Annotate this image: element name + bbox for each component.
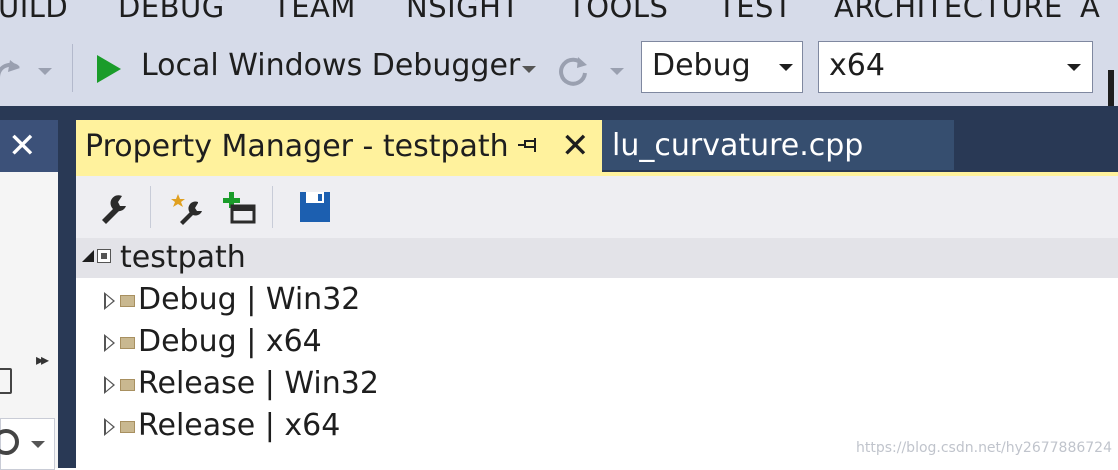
watermark: https://blog.csdn.net/hy2677886724 <box>856 440 1112 456</box>
side-panel: ▸▸ <box>0 172 58 470</box>
collapsed-arrow-icon[interactable] <box>104 292 115 310</box>
tree-item-debug-x64[interactable]: Debug | x64 <box>76 322 1118 364</box>
menu-build[interactable]: UILD <box>0 0 68 24</box>
tree-root-row[interactable]: testpath <box>76 238 1118 278</box>
config-icon <box>120 421 135 433</box>
magic-wrench-icon[interactable] <box>170 190 206 226</box>
chevron-down-icon <box>1067 64 1081 71</box>
config-icon <box>120 295 135 307</box>
copy-icon[interactable] <box>0 368 12 394</box>
standard-toolbar: Local Windows Debugger Debug x64 <box>0 26 1118 122</box>
toolbar-separator <box>150 186 151 228</box>
platform-value: x64 <box>829 48 885 83</box>
tree-item-label: Debug | x64 <box>138 324 322 359</box>
collapsed-arrow-icon[interactable] <box>104 418 115 436</box>
config-icon <box>120 337 135 349</box>
menu-architecture[interactable]: ARCHITECTURE <box>834 0 1063 24</box>
pin-icon[interactable] <box>518 138 538 152</box>
debugger-dropdown-icon[interactable] <box>522 66 536 73</box>
refresh-icon[interactable] <box>556 53 590 87</box>
project-icon <box>97 249 111 263</box>
configuration-select[interactable]: Debug <box>641 41 803 93</box>
tab-label: lu_curvature.cpp <box>612 128 864 163</box>
side-search-box[interactable] <box>0 418 55 470</box>
tree-item-debug-win32[interactable]: Debug | Win32 <box>76 280 1118 322</box>
play-icon <box>97 55 121 83</box>
tab-lu-curvature[interactable]: lu_curvature.cpp <box>602 120 954 170</box>
tree-item-label: Debug | Win32 <box>138 282 361 317</box>
chevron-down-icon <box>31 441 45 448</box>
redo-icon[interactable] <box>0 54 22 84</box>
menu-bar: UILD DEBUG TEAM NSIGHT TOOLS TEST ARCHIT… <box>0 0 1118 26</box>
platform-select[interactable]: x64 <box>818 41 1093 93</box>
tab-label: Property Manager - testpath <box>85 129 509 164</box>
add-property-sheet-icon[interactable] <box>222 190 258 226</box>
toolbar-separator <box>272 186 273 228</box>
pane-toolbar <box>76 176 1118 238</box>
redo-dropdown-icon[interactable] <box>38 68 52 75</box>
menu-tools[interactable]: TOOLS <box>568 0 668 24</box>
collapsed-arrow-icon[interactable] <box>104 376 115 394</box>
refresh-dropdown-icon[interactable] <box>610 68 624 75</box>
toolbar-separator <box>72 44 73 92</box>
property-manager-pane: testpath Debug | Win32 Debug | x64 Relea… <box>76 176 1118 468</box>
tree-item-release-win32[interactable]: Release | Win32 <box>76 364 1118 406</box>
menu-analyze[interactable]: A <box>1080 0 1100 24</box>
close-icon[interactable]: ✕ <box>8 126 37 166</box>
tree-root-label: testpath <box>120 240 246 275</box>
collapsed-arrow-icon[interactable] <box>104 334 115 352</box>
menu-debug[interactable]: DEBUG <box>118 0 225 24</box>
save-icon[interactable] <box>298 190 334 226</box>
expanded-arrow-icon[interactable] <box>82 250 94 262</box>
run-button[interactable] <box>93 53 135 87</box>
search-icon <box>0 429 19 455</box>
menu-team[interactable]: TEAM <box>273 0 356 24</box>
menu-test[interactable]: TEST <box>718 0 792 24</box>
close-icon[interactable]: ✕ <box>561 126 590 166</box>
tree-item-label: Release | Win32 <box>138 366 379 401</box>
configuration-value: Debug <box>652 48 751 83</box>
menu-nsight[interactable]: NSIGHT <box>406 0 520 24</box>
tree-item-label: Release | x64 <box>138 408 341 443</box>
tab-property-manager[interactable]: Property Manager - testpath ✕ <box>76 120 602 172</box>
wrench-icon[interactable] <box>96 190 132 226</box>
chevron-down-icon <box>779 64 793 71</box>
config-icon <box>120 379 135 391</box>
debugger-label[interactable]: Local Windows Debugger <box>141 48 520 83</box>
chevron-right-icon[interactable]: ▸▸ <box>36 350 49 369</box>
